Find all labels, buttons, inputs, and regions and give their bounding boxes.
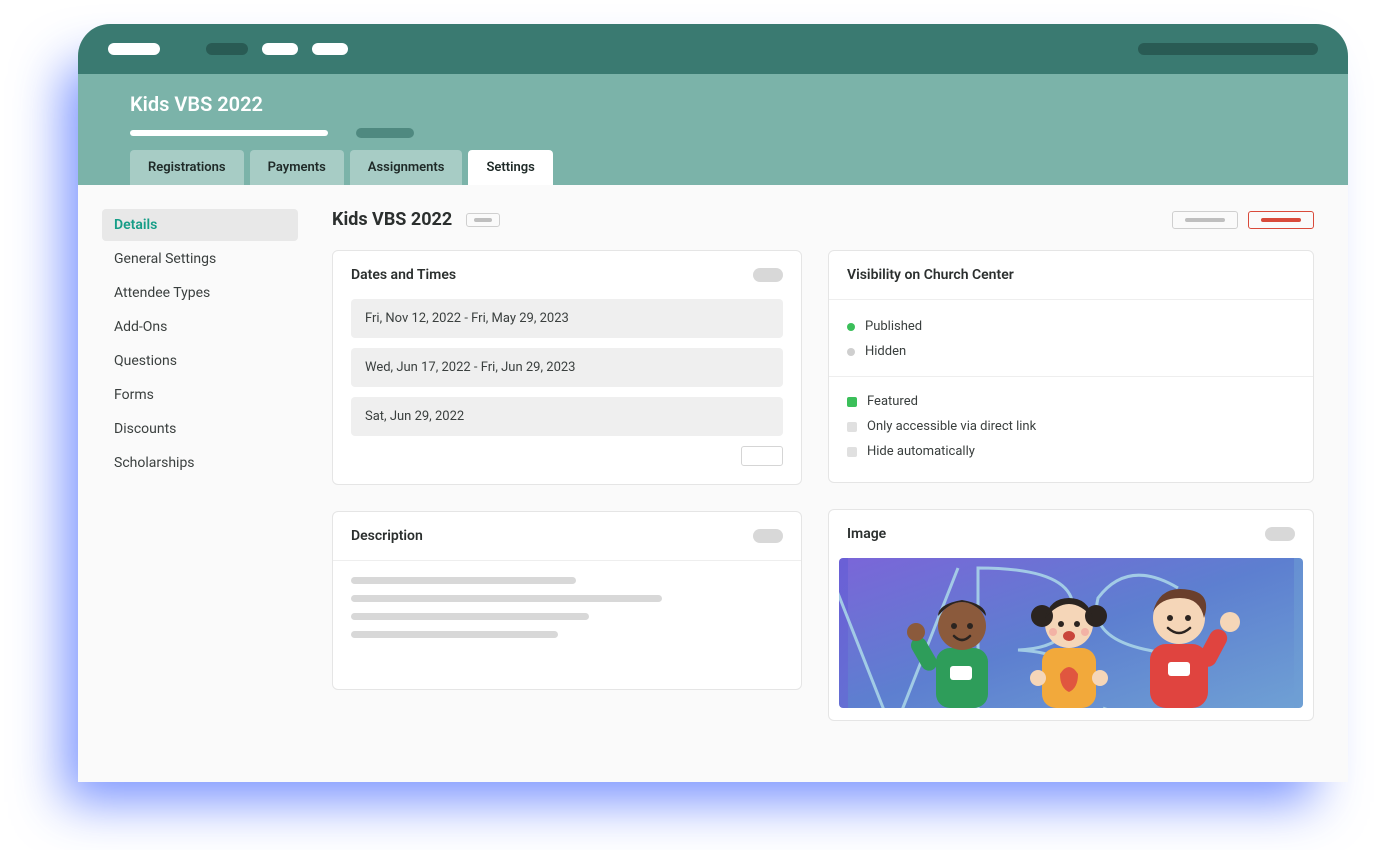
description-card-title: Description xyxy=(351,528,423,544)
event-image[interactable] xyxy=(839,558,1303,708)
visibility-status-published[interactable]: Published xyxy=(847,314,1295,339)
add-date-button[interactable] xyxy=(741,446,783,466)
skeleton-line xyxy=(351,577,576,584)
status-dot-icon xyxy=(847,348,855,356)
visibility-status-hidden[interactable]: Hidden xyxy=(847,339,1295,364)
image-edit-button[interactable] xyxy=(1265,527,1295,541)
page-header-row: Kids VBS 2022 xyxy=(332,209,1314,250)
content-area: Details General Settings Attendee Types … xyxy=(78,185,1348,747)
settings-sidebar: Details General Settings Attendee Types … xyxy=(102,209,298,747)
subheader-tag xyxy=(356,128,414,138)
description-card: Description xyxy=(332,511,802,690)
dates-card: Dates and Times Fri, Nov 12, 2022 - Fri,… xyxy=(332,250,802,485)
checkbox-icon xyxy=(847,397,857,407)
dates-card-edit-button[interactable] xyxy=(753,268,783,282)
page-subheader: Kids VBS 2022 Registrations Payments Ass… xyxy=(78,74,1348,185)
skeleton-line xyxy=(351,631,558,638)
app-window: Kids VBS 2022 Registrations Payments Ass… xyxy=(78,24,1348,782)
visibility-option-hide-auto[interactable]: Hide automatically xyxy=(847,439,1295,464)
tab-registrations[interactable]: Registrations xyxy=(130,150,244,185)
user-menu[interactable] xyxy=(1138,43,1318,55)
divider xyxy=(829,376,1313,377)
visibility-option-label: Featured xyxy=(867,394,918,409)
page-title: Kids VBS 2022 xyxy=(130,92,1318,116)
description-body xyxy=(333,561,801,689)
subheader-progress xyxy=(130,130,328,136)
dates-card-title: Dates and Times xyxy=(351,267,456,283)
sidebar-item-addons[interactable]: Add-Ons xyxy=(102,311,298,343)
secondary-action-button[interactable] xyxy=(1172,211,1238,229)
skeleton-line xyxy=(351,595,662,602)
visibility-option-label: Hide automatically xyxy=(867,444,975,459)
tab-assignments[interactable]: Assignments xyxy=(350,150,463,185)
date-range-row[interactable]: Wed, Jun 17, 2022 - Fri, Jun 29, 2023 xyxy=(351,348,783,387)
status-badge xyxy=(466,213,500,227)
sidebar-item-attendee-types[interactable]: Attendee Types xyxy=(102,277,298,309)
sidebar-item-discounts[interactable]: Discounts xyxy=(102,413,298,445)
content-title: Kids VBS 2022 xyxy=(332,209,452,230)
tab-settings[interactable]: Settings xyxy=(468,150,552,185)
image-card: Image xyxy=(828,509,1314,721)
skeleton-line xyxy=(351,613,589,620)
visibility-card: Visibility on Church Center Published Hi… xyxy=(828,250,1314,483)
subheader-meta xyxy=(130,128,1318,138)
nav-item[interactable] xyxy=(312,43,348,55)
date-range-row[interactable]: Sat, Jun 29, 2022 xyxy=(351,397,783,436)
nav-item-active[interactable] xyxy=(206,43,248,55)
danger-action-button[interactable] xyxy=(1248,211,1314,229)
sidebar-item-forms[interactable]: Forms xyxy=(102,379,298,411)
visibility-option-featured[interactable]: Featured xyxy=(847,389,1295,414)
main-tabs: Registrations Payments Assignments Setti… xyxy=(130,150,1318,185)
checkbox-icon xyxy=(847,447,857,457)
image-card-title: Image xyxy=(847,526,886,542)
sidebar-item-questions[interactable]: Questions xyxy=(102,345,298,377)
app-logo[interactable] xyxy=(108,43,160,55)
sidebar-item-general[interactable]: General Settings xyxy=(102,243,298,275)
description-edit-button[interactable] xyxy=(753,529,783,543)
checkbox-icon xyxy=(847,422,857,432)
visibility-status-label: Published xyxy=(865,319,922,334)
tab-payments[interactable]: Payments xyxy=(250,150,344,185)
sidebar-item-details[interactable]: Details xyxy=(102,209,298,241)
sidebar-item-scholarships[interactable]: Scholarships xyxy=(102,447,298,479)
date-range-row[interactable]: Fri, Nov 12, 2022 - Fri, May 29, 2023 xyxy=(351,299,783,338)
visibility-option-label: Only accessible via direct link xyxy=(867,419,1036,434)
visibility-card-title: Visibility on Church Center xyxy=(847,267,1014,283)
app-topbar xyxy=(78,24,1348,74)
nav-item[interactable] xyxy=(262,43,298,55)
status-dot-icon xyxy=(847,323,855,331)
visibility-status-label: Hidden xyxy=(865,344,906,359)
visibility-option-direct-link[interactable]: Only accessible via direct link xyxy=(847,414,1295,439)
